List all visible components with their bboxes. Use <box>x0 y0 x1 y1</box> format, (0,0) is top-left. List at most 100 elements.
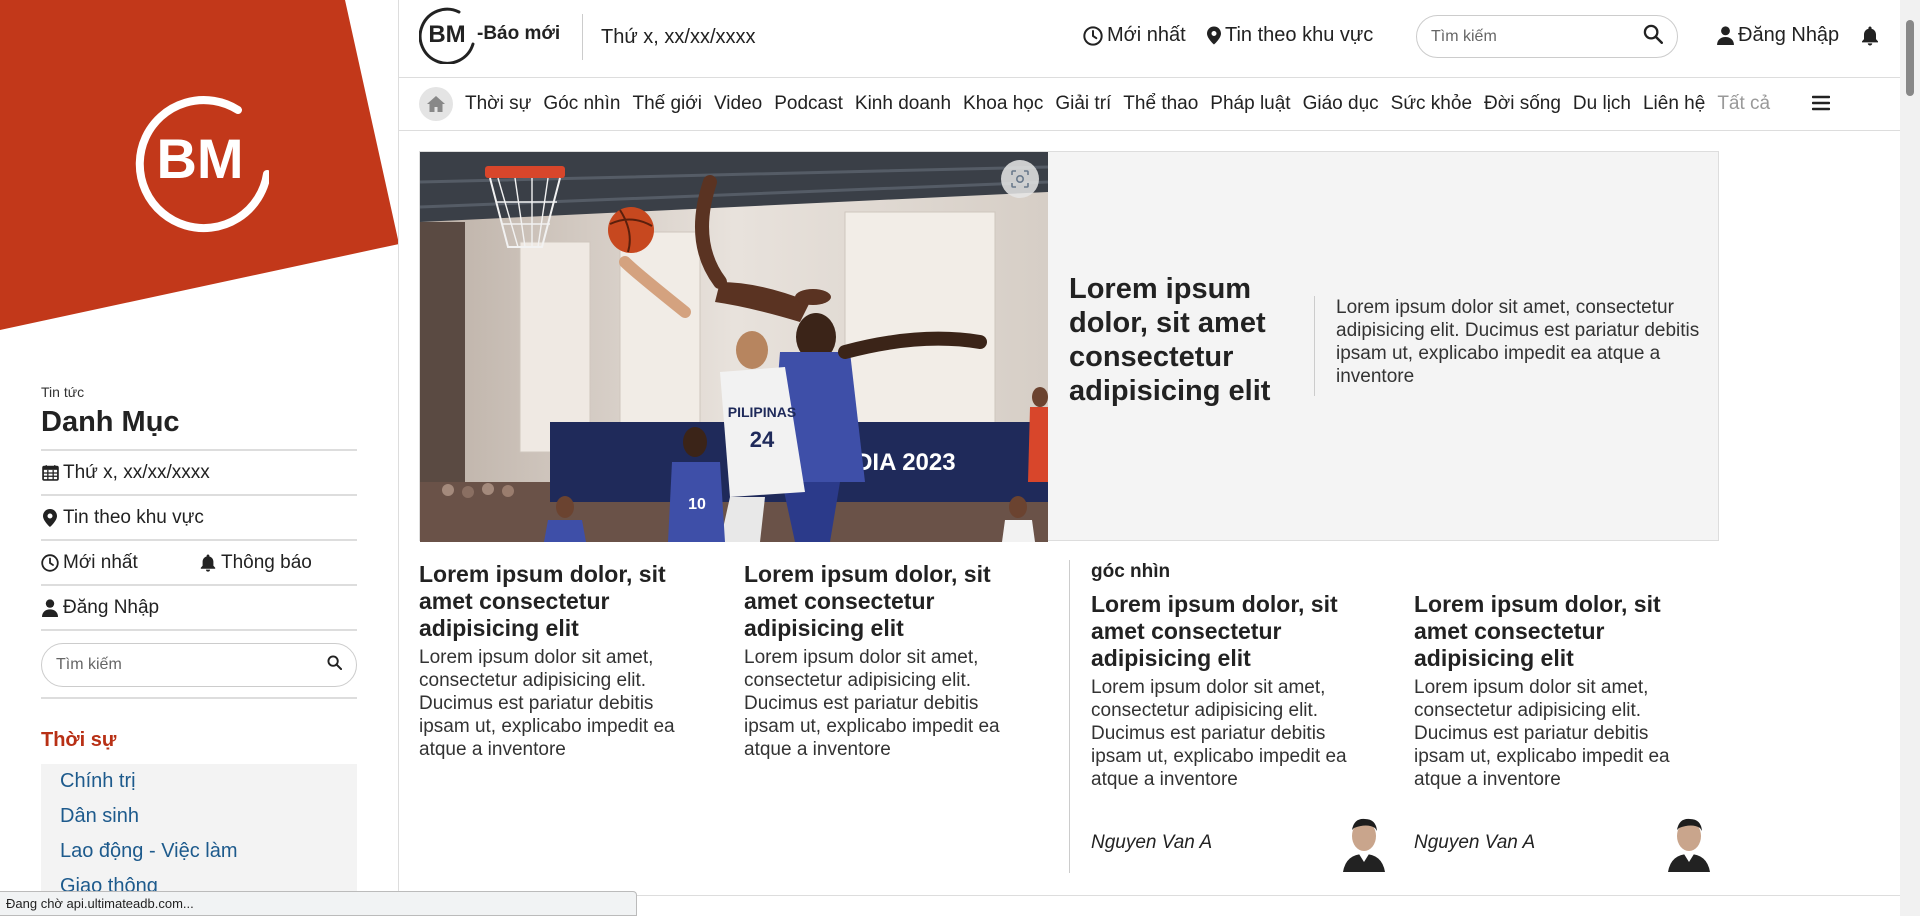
search-icon[interactable] <box>1643 24 1663 49</box>
image-jersey-text: PILIPINAS <box>728 404 796 420</box>
sidebar-small-label: Tin tức <box>41 384 85 400</box>
header-search-input[interactable] <box>1431 27 1643 46</box>
search-icon[interactable] <box>327 655 343 675</box>
svg-text:10: 10 <box>688 496 706 513</box>
nav-item[interactable]: Pháp luật <box>1210 93 1290 115</box>
top-header: BM -Báo mới Thứ x, xx/xx/xxxx Mới nhất T… <box>399 0 1900 78</box>
featured-description: Lorem ipsum dolor sit amet, consectetur … <box>1336 297 1700 387</box>
featured-image[interactable]: CAMBODIA 2023 PILIPINAS 24 <box>420 152 1048 542</box>
author-name[interactable]: Nguyen Van A <box>1091 832 1212 854</box>
scan-icon[interactable] <box>1001 160 1039 198</box>
page-root: BM Tin tức Danh Mục Thứ x, xx/xx/xxxx Ti… <box>0 0 1920 916</box>
sidebar-region-link[interactable]: Tin theo khu vực <box>41 507 204 529</box>
header-separator <box>582 14 583 60</box>
sidebar-login-link[interactable]: Đăng Nhập <box>41 597 159 619</box>
sidebar-search-input[interactable] <box>56 656 327 674</box>
nav-all-link[interactable]: Tất cả <box>1717 93 1770 115</box>
sidebar-latest-notify-row: Mới nhất Thông báo <box>41 541 357 586</box>
nav-item[interactable]: Thời sự <box>465 93 531 115</box>
nav-item[interactable]: Góc nhìn <box>543 93 620 115</box>
sidebar-notifications-link[interactable]: Thông báo <box>199 552 312 574</box>
nav-item[interactable]: Thể thao <box>1123 93 1198 115</box>
nav-item[interactable]: Podcast <box>774 93 843 115</box>
header-region-label: Tin theo khu vực <box>1225 24 1374 46</box>
svg-text:BM: BM <box>428 21 465 48</box>
article-title[interactable]: Lorem ipsum dolor, sit amet consectetur … <box>744 561 1019 642</box>
sidebar-login-label: Đăng Nhập <box>63 596 160 618</box>
sidebar-subcategory-item[interactable]: Dân sinh <box>41 801 357 836</box>
article-title[interactable]: Lorem ipsum dolor, sit amet consectetur … <box>419 561 694 642</box>
user-icon <box>1717 26 1734 45</box>
header-search-box <box>1416 15 1678 58</box>
svg-text:24: 24 <box>750 427 775 452</box>
sidebar-subcategory-item[interactable]: Lao động - Việc làm <box>41 836 357 871</box>
sidebar-category-heading[interactable]: Thời sự <box>41 729 357 752</box>
nav-item[interactable]: Liên hệ <box>1643 93 1705 115</box>
nav-item[interactable]: Du lịch <box>1573 93 1631 115</box>
header-latest-label: Mới nhất <box>1107 24 1186 46</box>
nav-items: Thời sự Góc nhìn Thế giới Video Podcast … <box>465 93 1775 115</box>
goc-nhin-label: góc nhìn <box>1091 561 1171 582</box>
header-login-link[interactable]: Đăng Nhập <box>1717 24 1839 47</box>
opinion-card[interactable]: Lorem ipsum dolor, sit amet consectetur … <box>1091 591 1366 791</box>
author-avatar[interactable] <box>1662 814 1714 872</box>
brand-logo-large[interactable]: BM <box>127 92 269 234</box>
author-name[interactable]: Nguyen Van A <box>1414 832 1535 854</box>
nav-item[interactable]: Kinh doanh <box>855 93 951 115</box>
article-description: Lorem ipsum dolor sit amet, consectetur … <box>744 647 1000 760</box>
sidebar-title: Danh Mục <box>41 406 357 451</box>
location-pin-icon <box>1207 26 1221 45</box>
header-login-label: Đăng Nhập <box>1738 24 1840 46</box>
sidebar-notifications-label: Thông báo <box>221 551 312 573</box>
opinion-description: Lorem ipsum dolor sit amet, consectetur … <box>1414 677 1670 790</box>
featured-article[interactable]: CAMBODIA 2023 PILIPINAS 24 <box>419 151 1719 542</box>
article-card[interactable]: Lorem ipsum dolor, sit amet consectetur … <box>419 561 694 761</box>
opinion-description: Lorem ipsum dolor sit amet, consectetur … <box>1091 677 1347 790</box>
sidebar-region-label: Tin theo khu vực <box>63 506 204 528</box>
sidebar-latest-label: Mới nhất <box>63 551 138 573</box>
clock-icon <box>1083 25 1103 46</box>
sidebar-latest-link[interactable]: Mới nhất <box>41 552 199 574</box>
sidebar-divider <box>41 697 357 699</box>
sidebar-subcategory-list: Chính trị Dân sinh Lao động - Việc làm G… <box>41 764 357 912</box>
header-region-link[interactable]: Tin theo khu vực <box>1207 24 1373 47</box>
calendar-icon <box>41 464 59 482</box>
home-button[interactable] <box>419 87 453 121</box>
header-date: Thứ x, xx/xx/xxxx <box>601 26 756 48</box>
site-name[interactable]: -Báo mới <box>477 23 560 45</box>
nav-item[interactable]: Đời sống <box>1484 93 1561 115</box>
article-description: Lorem ipsum dolor sit amet, consectetur … <box>419 647 675 760</box>
sidebar-subcategory-item[interactable]: Chính trị <box>41 766 357 801</box>
bell-icon[interactable] <box>1861 26 1883 46</box>
page-scrollbar[interactable] <box>1900 0 1920 916</box>
nav-item[interactable]: Thế giới <box>632 93 702 115</box>
article-card[interactable]: Lorem ipsum dolor, sit amet consectetur … <box>744 561 1019 761</box>
nav-item[interactable]: Khoa học <box>963 93 1043 115</box>
opinion-title[interactable]: Lorem ipsum dolor, sit amet consectetur … <box>1414 591 1689 672</box>
svg-text:BM: BM <box>156 127 243 190</box>
sidebar-login-row: Đăng Nhập <box>41 586 357 631</box>
sidebar-search-box <box>41 643 357 687</box>
featured-divider <box>1314 296 1315 396</box>
opinion-title[interactable]: Lorem ipsum dolor, sit amet consectetur … <box>1091 591 1366 672</box>
clock-icon <box>41 553 59 572</box>
opinion-card[interactable]: Lorem ipsum dolor, sit amet consectetur … <box>1414 591 1689 791</box>
user-icon <box>41 598 59 617</box>
header-latest-link[interactable]: Mới nhất <box>1083 24 1186 47</box>
nav-item[interactable]: Giáo dục <box>1303 93 1379 115</box>
featured-title[interactable]: Lorem ipsum dolor, sit amet consectetur … <box>1069 272 1289 408</box>
scrollbar-thumb[interactable] <box>1906 20 1914 96</box>
author-avatar[interactable] <box>1337 814 1389 872</box>
home-icon <box>427 96 445 112</box>
menu-icon[interactable] <box>1812 95 1830 111</box>
nav-item[interactable]: Sức khỏe <box>1391 93 1472 115</box>
sidebar-content: Tin tức Danh Mục Thứ x, xx/xx/xxxx Tin t… <box>41 384 357 912</box>
nav-item[interactable]: Giải trí <box>1055 93 1111 115</box>
goc-nhin-divider <box>1069 560 1070 873</box>
location-pin-icon <box>41 508 59 527</box>
brand-logo-small[interactable]: BM <box>419 4 479 64</box>
sidebar-date-row: Thứ x, xx/xx/xxxx <box>41 451 357 496</box>
browser-status-bar: Đang chờ api.ultimateadb.com... <box>0 891 637 916</box>
sidebar: BM Tin tức Danh Mục Thứ x, xx/xx/xxxx Ti… <box>0 0 399 916</box>
nav-item[interactable]: Video <box>714 93 762 115</box>
